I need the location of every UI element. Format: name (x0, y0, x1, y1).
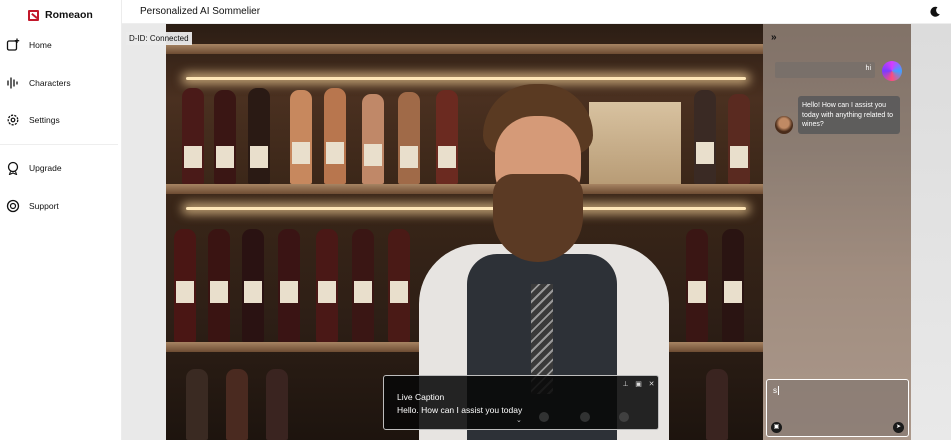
avatar-video: ⊥ ▣ ✕ Live Caption Hello. How can I assi… (166, 24, 763, 440)
avatar-beard (493, 174, 583, 262)
microphone-icon[interactable] (539, 412, 549, 422)
document-icon[interactable] (580, 412, 590, 422)
chat-icon[interactable] (619, 412, 629, 422)
user-message-text: hi (865, 65, 871, 72)
sidebar-item-characters[interactable]: Characters (6, 76, 71, 90)
wine-bottle (398, 92, 420, 184)
chat-panel: » hi Hello! How can I assist you today w… (763, 24, 911, 440)
wine-bottle (278, 229, 300, 342)
wine-bottle (324, 88, 346, 184)
wine-bottle (362, 94, 384, 184)
wine-bottle (226, 369, 248, 440)
home-plus-icon (6, 38, 20, 52)
wine-bottle (214, 90, 236, 184)
pin-icon[interactable]: ⊥ (621, 380, 630, 389)
brand-name: Romeaon (45, 9, 93, 21)
sidebar-item-support[interactable]: Support (6, 199, 59, 213)
chat-input[interactable]: s ▣ ➤ (766, 379, 909, 437)
brand[interactable]: Romeaon (28, 9, 93, 21)
sidebar-item-label: Upgrade (29, 163, 62, 173)
user-message: hi (775, 62, 875, 78)
sidebar-item-label: Settings (29, 115, 60, 125)
brand-logo-icon (28, 9, 39, 21)
sidebar-divider (0, 144, 118, 145)
caption-text: Hello. How can I assist you today (397, 405, 523, 415)
connection-status: D-ID: Connected (126, 32, 192, 45)
sidebar-item-home[interactable]: Home (6, 38, 52, 52)
wine-bottle (242, 229, 264, 342)
caption-title: Live Caption (397, 392, 445, 402)
gear-icon (6, 113, 20, 127)
bot-message: Hello! How can I assist you today with a… (798, 96, 900, 134)
sidebar-item-label: Support (29, 201, 59, 211)
sidebar: Romeaon Home Characters Settings Upgrade… (0, 0, 122, 440)
wine-bottle (208, 229, 230, 342)
lifebuoy-icon (6, 199, 20, 213)
app-root: Romeaon Home Characters Settings Upgrade… (0, 0, 951, 440)
moon-icon[interactable] (929, 5, 941, 17)
sidebar-item-label: Home (29, 40, 52, 50)
close-icon[interactable]: ✕ (647, 380, 656, 389)
chevron-down-icon[interactable]: ⌄ (516, 416, 522, 424)
background-blur (911, 24, 951, 440)
header: Personalized AI Sommelier (122, 0, 951, 24)
wine-bottle (352, 229, 374, 342)
wine-bottle (290, 90, 312, 184)
wine-bottle (248, 88, 270, 184)
waveform-icon (6, 76, 20, 90)
user-avatar (882, 61, 902, 81)
wine-bottle (182, 88, 204, 184)
upgrade-icon (6, 161, 20, 175)
wine-bottle (266, 369, 288, 440)
chat-input-value: s (773, 386, 779, 396)
collapse-icon[interactable]: » (771, 32, 777, 43)
shelf-light (186, 77, 746, 80)
picture-in-picture-icon[interactable]: ▣ (634, 380, 643, 389)
wine-bottle (186, 369, 208, 440)
bot-avatar (775, 116, 793, 134)
live-caption-panel: ⊥ ▣ ✕ Live Caption Hello. How can I assi… (383, 375, 659, 430)
wine-bottle (174, 229, 196, 342)
send-icon[interactable]: ➤ (893, 422, 904, 433)
page-title: Personalized AI Sommelier (140, 6, 261, 17)
shelf (166, 44, 763, 54)
image-attach-icon[interactable]: ▣ (771, 422, 782, 433)
sidebar-item-settings[interactable]: Settings (6, 113, 60, 127)
sidebar-item-label: Characters (29, 78, 71, 88)
main-area: ⊥ ▣ ✕ Live Caption Hello. How can I assi… (122, 24, 951, 440)
wine-bottle (388, 229, 410, 342)
sidebar-item-upgrade[interactable]: Upgrade (6, 161, 62, 175)
wine-bottle (316, 229, 338, 342)
